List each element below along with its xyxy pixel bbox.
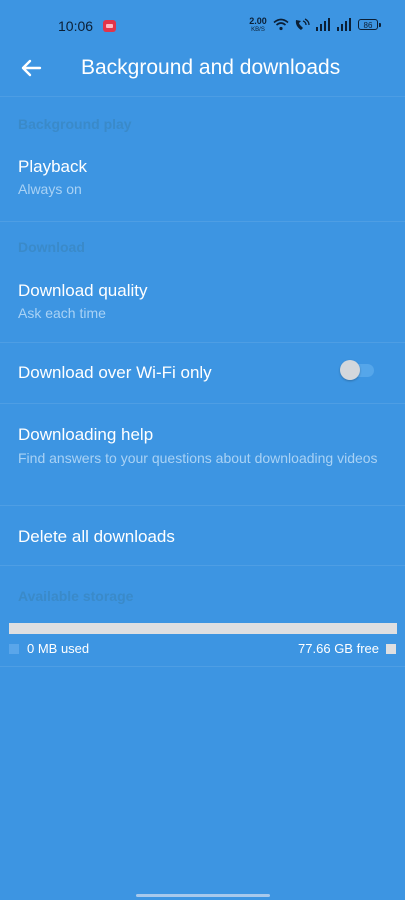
playback-title: Playback — [18, 157, 87, 176]
download-quality-setting[interactable]: Download quality Ask each time — [0, 264, 405, 343]
wifi-only-toggle[interactable] — [338, 359, 376, 381]
back-button[interactable] — [16, 53, 46, 83]
delete-all-downloads-title: Delete all downloads — [18, 527, 175, 546]
app-bar: Background and downloads — [0, 40, 405, 97]
home-indicator[interactable] — [136, 894, 270, 897]
screen-record-icon — [103, 20, 116, 32]
arrow-left-icon — [21, 59, 42, 77]
download-quality-subtitle: Ask each time — [18, 305, 106, 321]
network-speed-value: 2.00 — [249, 16, 267, 26]
status-bar: 10:06 2.00 KB/S 86 — [0, 0, 405, 40]
page-title: Background and downloads — [81, 56, 341, 79]
free-legend-swatch — [386, 644, 396, 654]
section-header-available-storage: Available storage — [18, 588, 134, 604]
signal-icon — [316, 18, 330, 31]
status-time: 10:06 — [58, 18, 94, 34]
divider — [0, 666, 405, 667]
wifi-only-title: Download over Wi-Fi only — [18, 363, 212, 382]
delete-all-downloads-setting[interactable]: Delete all downloads — [0, 505, 405, 566]
wifi-icon — [273, 18, 289, 31]
network-speed: 2.00 KB/S — [247, 17, 269, 34]
section-header-download: Download — [18, 239, 85, 255]
battery-icon: 86 — [358, 19, 381, 30]
playback-setting[interactable]: Playback Always on — [0, 141, 405, 222]
storage-free-label: 77.66 GB free — [298, 641, 379, 656]
wifi-only-setting[interactable]: Download over Wi-Fi only — [0, 342, 405, 404]
signal-icon-2 — [337, 18, 351, 31]
downloading-help-setting[interactable]: Downloading help Find answers to your qu… — [0, 403, 405, 506]
downloading-help-subtitle: Find answers to your questions about dow… — [18, 450, 378, 466]
download-quality-title: Download quality — [18, 281, 148, 300]
toggle-knob — [340, 360, 360, 380]
downloading-help-title: Downloading help — [18, 425, 154, 444]
volte-call-icon — [295, 18, 310, 30]
storage-bar — [9, 623, 397, 634]
playback-subtitle: Always on — [18, 181, 82, 197]
network-speed-unit: KB/S — [251, 27, 265, 33]
section-header-background-play: Background play — [18, 116, 132, 132]
used-legend-swatch — [9, 644, 19, 654]
storage-used-label: 0 MB used — [27, 641, 90, 656]
